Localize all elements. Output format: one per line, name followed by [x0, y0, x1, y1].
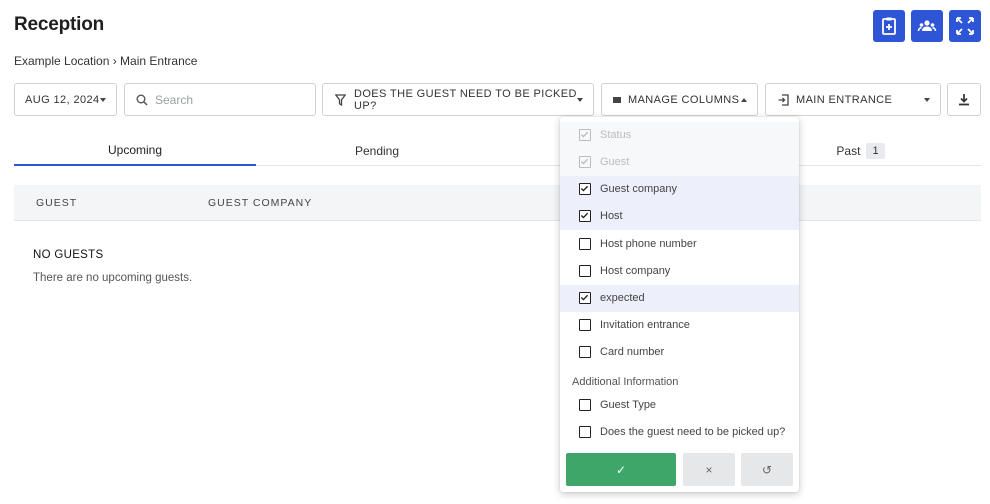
chevron-down-icon [924, 98, 930, 102]
past-count-badge: 1 [866, 143, 885, 159]
top-actions [873, 10, 981, 42]
chevron-down-icon [577, 98, 583, 102]
checkbox[interactable] [579, 183, 591, 195]
search-placeholder: Search [155, 92, 194, 107]
checkbox[interactable] [579, 265, 591, 277]
checkbox [579, 156, 591, 168]
column-option-host[interactable]: Host [560, 203, 799, 230]
tab-upcoming-label: Upcoming [107, 143, 163, 157]
checkbox[interactable] [579, 238, 591, 250]
manage-columns-button[interactable]: MANAGE COLUMNS [601, 83, 758, 116]
table-header: GUEST GUEST COMPANY [14, 185, 981, 221]
column-option-status: Status [560, 122, 799, 149]
checkbox[interactable] [579, 319, 591, 331]
download-button[interactable] [947, 83, 981, 116]
additional-information-heading: Additional Information [572, 376, 679, 388]
group-button[interactable] [911, 10, 943, 42]
column-header-guest-company[interactable]: GUEST COMPANY [208, 197, 312, 209]
checkbox [579, 129, 591, 141]
guest-tabs: Upcoming Pending Past 1 [14, 136, 981, 166]
option-label: Guest Type [600, 399, 657, 411]
checkbox[interactable] [579, 292, 591, 304]
tab-past-label: Past [836, 144, 861, 158]
date-value: AUG 12, 2024 [25, 93, 100, 106]
toolbar: AUG 12, 2024 Search DOES THE GUEST NEED … [0, 83, 990, 116]
apply-button[interactable]: ✓ [566, 453, 676, 486]
option-label: Card number [600, 346, 665, 358]
entrance-select[interactable]: MAIN ENTRANCE [765, 83, 941, 116]
tab-upcoming[interactable]: Upcoming [14, 136, 256, 166]
filter-label: DOES THE GUEST NEED TO BE PICKED UP? [354, 87, 577, 112]
close-icon: × [705, 462, 713, 477]
download-icon [959, 94, 969, 106]
option-label: Guest [600, 156, 630, 168]
column-option-guest-company[interactable]: Guest company [560, 176, 799, 203]
column-option-expected[interactable]: expected [560, 285, 799, 312]
cancel-button[interactable]: × [683, 453, 735, 486]
manage-columns-label: MANAGE COLUMNS [628, 93, 740, 106]
clipboard-add-icon [882, 17, 896, 35]
column-option-guest: Guest [560, 149, 799, 176]
option-label: expected [600, 292, 645, 304]
column-option-host-phone-number[interactable]: Host phone number [560, 231, 799, 258]
menu-actions: ✓ × ↺ [566, 453, 794, 486]
columns-icon [613, 97, 621, 103]
filter-icon [335, 94, 346, 106]
tab-pending[interactable]: Pending [256, 136, 498, 166]
column-option-host-company[interactable]: Host company [560, 258, 799, 285]
option-label: Host phone number [600, 238, 697, 250]
reset-button[interactable]: ↺ [741, 453, 793, 486]
search-input[interactable]: Search [124, 83, 316, 116]
column-header-guest[interactable]: GUEST [36, 197, 77, 209]
column-option-card-number[interactable]: Card number [560, 339, 799, 366]
pickup-filter-dropdown[interactable]: DOES THE GUEST NEED TO BE PICKED UP? [322, 83, 594, 116]
add-visit-button[interactable] [873, 10, 905, 42]
checkbox[interactable] [579, 346, 591, 358]
checkbox[interactable] [579, 210, 591, 222]
tab-pending-label: Pending [354, 144, 400, 158]
check-icon: ✓ [615, 462, 627, 477]
chevron-down-icon [100, 98, 106, 102]
empty-state-title: NO GUESTS [33, 249, 104, 261]
option-label: Status [600, 129, 632, 141]
option-label: Guest company [600, 183, 678, 195]
group-icon [917, 20, 937, 32]
column-option-guest-type[interactable]: Guest Type [560, 392, 799, 419]
option-label: Host company [600, 265, 671, 277]
empty-state-text: There are no upcoming guests. [33, 272, 193, 284]
date-picker[interactable]: AUG 12, 2024 [14, 83, 117, 116]
page-title: Reception [14, 14, 105, 35]
column-option-pickup[interactable]: Does the guest need to be picked up? [560, 419, 799, 446]
entrance-label: MAIN ENTRANCE [796, 93, 893, 106]
door-enter-icon [778, 94, 789, 106]
breadcrumb: Example Location › Main Entrance [14, 54, 198, 68]
reset-icon: ↺ [761, 462, 773, 477]
fullscreen-icon [956, 17, 974, 35]
search-icon [136, 94, 148, 106]
chevron-up-icon [741, 98, 747, 102]
column-option-invitation-entrance[interactable]: Invitation entrance [560, 312, 799, 339]
option-label: Host [600, 210, 623, 222]
option-label: Does the guest need to be picked up? [600, 426, 786, 438]
manage-columns-menu: Status Guest Guest company Host Host pho… [560, 117, 799, 492]
fullscreen-button[interactable] [949, 10, 981, 42]
checkbox[interactable] [579, 399, 591, 411]
checkbox[interactable] [579, 426, 591, 438]
option-label: Invitation entrance [600, 319, 690, 331]
